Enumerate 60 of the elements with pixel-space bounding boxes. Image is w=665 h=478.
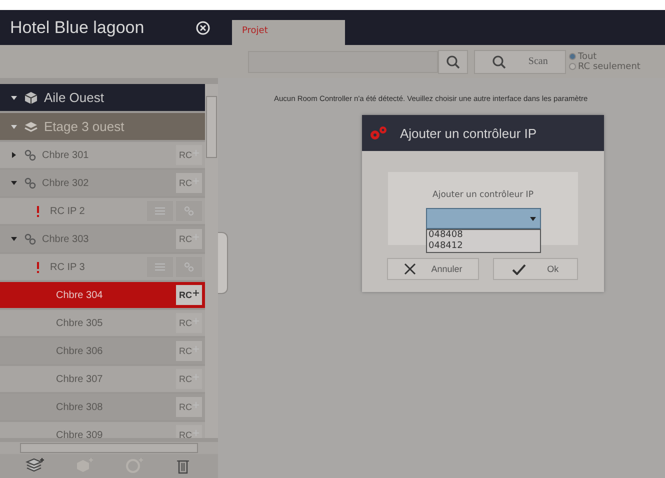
tree-item[interactable]: RC IP 2 [0,198,205,224]
add-controller-button[interactable]: RC [176,369,202,389]
scrollbar[interactable] [205,84,218,438]
link-icon [184,262,194,272]
dropdown-field[interactable] [426,208,540,229]
cube-icon [24,90,38,104]
checkmark-icon [512,264,526,274]
radio-button[interactable]: RC seulement [569,62,640,72]
add-controller-button[interactable]: RC [176,285,202,305]
tree-item[interactable]: Aile Ouest [0,84,205,111]
plus-icon [193,290,199,296]
close-button[interactable] [196,20,210,34]
add-controller-button[interactable]: RC [176,173,202,193]
scrollbar-thumb[interactable] [206,96,217,158]
link-button[interactable] [176,257,202,277]
tree-item[interactable]: Chbre 301 RC [0,142,205,168]
tree-item[interactable]: RC IP 3 [0,254,205,280]
search-field[interactable] [248,50,438,72]
list-button[interactable] [147,201,173,221]
link-icon [24,233,36,245]
list-button[interactable] [147,257,173,277]
tree-item[interactable]: Etage 3 ouest [0,113,205,140]
radio-button[interactable]: Tout [569,52,640,62]
dropdown-option[interactable]: 048408 [426,230,540,241]
tab[interactable]: Projet [232,20,345,45]
search-icon [492,54,506,68]
tree-item[interactable]: Chbre 304 RC [0,282,205,308]
add-controller-button[interactable]: RC [176,145,202,165]
tree-item[interactable]: Chbre 309 RC [0,422,205,438]
splitter-handle[interactable] [218,232,228,294]
warning-icon [36,262,40,272]
tree-item[interactable]: Chbre 305 RC [0,310,205,336]
link-icon [184,206,194,216]
warning-icon [36,206,40,216]
layers-icon [24,120,38,132]
tree-item[interactable]: Chbre 307 RC [0,366,205,392]
close-icon [404,263,416,275]
caret-icon [530,216,536,220]
scrollbar-thumb[interactable] [20,443,198,453]
window-title: Hotel Blue lagoon [10,18,144,38]
cancel-button[interactable]: Annuler [387,258,479,280]
link-button[interactable] [176,201,202,221]
ok-button[interactable]: Ok [493,258,578,280]
search-icon [446,54,460,68]
scan-button[interactable]: Scan [474,50,566,74]
add-controller-button[interactable]: RC [176,425,202,438]
field-label: Ajouter un contrôleur IP [432,190,534,200]
search-button[interactable] [438,50,468,74]
add-controller-button[interactable]: RC [176,313,202,333]
add-controller-button[interactable]: RC [176,397,202,417]
dropdown-option[interactable]: 048412 [426,241,540,252]
dialog-title: Ajouter un contrôleur IP [400,126,537,140]
menu-icon [155,263,165,271]
add-controller-button[interactable]: RC [176,341,202,361]
menu-icon [155,207,165,215]
add-controller-button[interactable]: RC [176,229,202,249]
close-icon [196,20,210,34]
link-icon [24,177,36,189]
scrollbar[interactable] [0,442,218,454]
link-icon [24,149,36,161]
